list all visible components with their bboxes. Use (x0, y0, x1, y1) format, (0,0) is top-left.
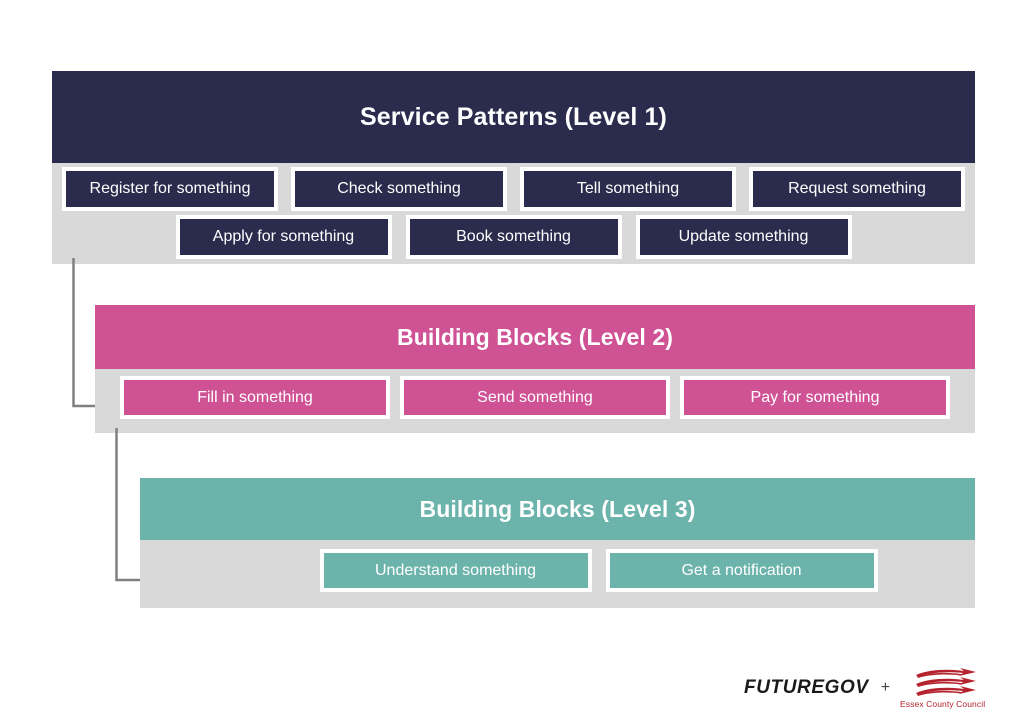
level-1-row-2: Apply for something Book something Updat… (62, 215, 965, 259)
block-chip-send-something[interactable]: Send something (400, 376, 670, 419)
level-3-tray: Understand something Get a notification (140, 540, 975, 608)
pattern-chip-request-something[interactable]: Request something (749, 167, 965, 211)
diagram-canvas: Service Patterns (Level 1) Register for … (0, 0, 1024, 724)
level-3-row-1: Understand something Get a notification (140, 549, 975, 592)
level-3-heading: Building Blocks (Level 3) (140, 478, 975, 540)
pattern-chip-apply-for-something[interactable]: Apply for something (175, 215, 392, 259)
block-chip-fill-in-something[interactable]: Fill in something (120, 376, 390, 419)
level-2-row-1: Fill in something Send something Pay for… (120, 376, 950, 419)
level-3-building-blocks: Building Blocks (Level 3) Understand som… (140, 478, 975, 608)
pattern-chip-check-something[interactable]: Check something (291, 167, 507, 211)
essex-seaxes-icon (915, 667, 976, 696)
level-2-building-blocks: Building Blocks (Level 2) Fill in someth… (95, 305, 975, 433)
level-2-tray: Fill in something Send something Pay for… (95, 369, 975, 433)
essex-county-council-wordmark: Essex County Council (900, 698, 986, 709)
level-1-service-patterns: Service Patterns (Level 1) Register for … (52, 71, 975, 264)
pattern-chip-book-something[interactable]: Book something (405, 215, 622, 259)
level-1-heading: Service Patterns (Level 1) (52, 71, 975, 163)
level-1-row-1: Register for something Check something T… (62, 167, 965, 211)
level-2-heading: Building Blocks (Level 2) (95, 305, 975, 369)
pattern-chip-tell-something[interactable]: Tell something (520, 167, 736, 211)
pattern-chip-register-for-something[interactable]: Register for something (62, 167, 278, 211)
futuregov-logo: FUTUREGOV (744, 677, 869, 698)
level-1-tray: Register for something Check something T… (52, 163, 975, 264)
footer-logos: FUTUREGOV + Essex County Council (744, 662, 986, 714)
plus-separator: + (880, 679, 891, 696)
block-chip-pay-for-something[interactable]: Pay for something (680, 376, 950, 419)
block-chip-get-a-notification[interactable]: Get a notification (605, 549, 878, 592)
block-chip-understand-something[interactable]: Understand something (319, 549, 592, 592)
essex-county-council-logo: Essex County Council (900, 667, 986, 709)
pattern-chip-update-something[interactable]: Update something (635, 215, 852, 259)
